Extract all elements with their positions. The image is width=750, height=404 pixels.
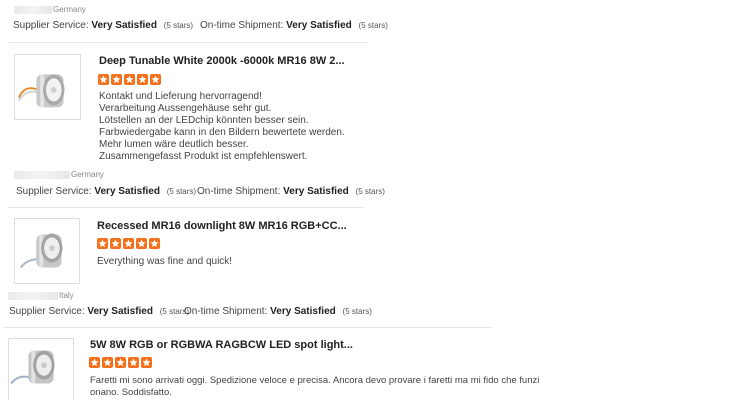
blurred-reviewer-name (14, 5, 52, 14)
product-title[interactable]: 5W 8W RGB or RGBWA RAGBCW LED spot light… (90, 339, 353, 351)
star-icon (98, 74, 109, 85)
mr16-led-spotlight-image (10, 350, 55, 385)
star-icon (141, 357, 152, 368)
star-rating (98, 74, 161, 85)
blurred-reviewer-name (8, 291, 58, 300)
shipment-rating: On-time Shipment: Very Satisfied (5 star… (200, 20, 388, 31)
star-icon (89, 357, 100, 368)
star-icon (128, 357, 139, 368)
product-thumbnail[interactable] (14, 54, 81, 120)
review-divider (3, 327, 492, 328)
star-icon (111, 74, 122, 85)
star-icon (124, 74, 135, 85)
reviewer-country: Germany (14, 170, 104, 179)
mr16-led-spotlight-image (18, 74, 65, 108)
star-icon (123, 238, 134, 249)
star-icon (137, 74, 148, 85)
shipment-rating: On-time Shipment: Very Satisfied (5 star… (184, 306, 372, 317)
review-divider (8, 42, 368, 43)
product-title[interactable]: Deep Tunable White 2000k -6000k MR16 8W … (99, 55, 345, 67)
supplier-service-rating: Supplier Service: Very Satisfied (5 star… (9, 306, 190, 317)
review-divider (8, 207, 364, 208)
star-icon (136, 238, 147, 249)
product-title[interactable]: Recessed MR16 downlight 8W MR16 RGB+CC..… (97, 220, 347, 232)
star-icon (102, 357, 113, 368)
star-icon (110, 238, 121, 249)
review-text: Kontakt und Lieferung hervorragend! Vera… (99, 91, 345, 162)
reviewer-country: Germany (14, 5, 86, 14)
supplier-service-rating: Supplier Service: Very Satisfied (5 star… (13, 20, 194, 31)
reviewer-country: Italy (8, 291, 74, 300)
shipment-rating: On-time Shipment: Very Satisfied (5 star… (197, 186, 385, 197)
star-icon (115, 357, 126, 368)
star-icon (150, 74, 161, 85)
supplier-service-rating: Supplier Service: Very Satisfied (5 star… (16, 186, 197, 197)
product-thumbnail[interactable] (8, 338, 74, 400)
star-rating (97, 238, 160, 249)
star-icon (97, 238, 108, 249)
star-icon (149, 238, 160, 249)
review-text: Faretti mi sono arrivati oggi. Spedizion… (90, 375, 540, 398)
product-thumbnail[interactable] (14, 218, 80, 284)
mr16-led-spotlight-image (20, 233, 63, 269)
star-rating (89, 357, 152, 368)
review-text: Everything was fine and quick! (97, 256, 233, 267)
blurred-reviewer-name (14, 170, 70, 179)
